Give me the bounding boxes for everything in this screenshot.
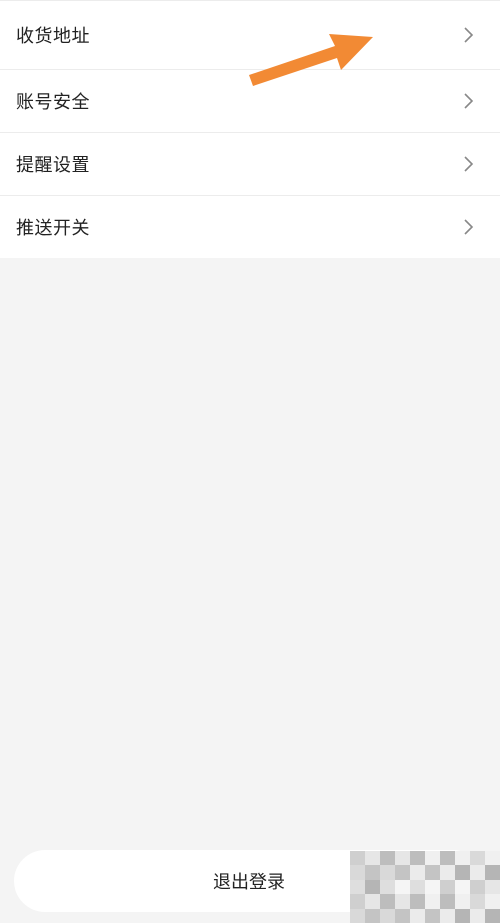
mosaic-cell: [425, 851, 440, 866]
mosaic-cell: [380, 851, 395, 866]
mosaic-cell: [410, 894, 425, 909]
mosaic-cell: [380, 865, 395, 880]
menu-item-label: 推送开关: [16, 218, 90, 239]
mosaic-cell: [365, 908, 380, 923]
mosaic-cell: [485, 894, 500, 909]
mosaic-cell: [485, 865, 500, 880]
mosaic-cell: [455, 908, 470, 923]
chevron-right-icon: [464, 93, 474, 109]
mosaic-cell: [365, 865, 380, 880]
mosaic-cell: [350, 851, 365, 866]
mosaic-cell: [485, 879, 500, 895]
mosaic-cell: [470, 879, 485, 895]
mosaic-cell: [350, 879, 365, 895]
mosaic-cell: [380, 894, 395, 909]
mosaic-cell: [425, 908, 440, 923]
mosaic-cell: [365, 894, 380, 909]
mosaic-cell: [395, 851, 410, 866]
mosaic-cell: [425, 865, 440, 880]
mosaic-cell: [455, 851, 470, 866]
mosaic-cell: [350, 894, 365, 909]
mosaic-cell: [470, 851, 485, 866]
mosaic-cell: [365, 851, 380, 866]
menu-item-push-toggle[interactable]: 推送开关: [0, 196, 500, 258]
mosaic-cell: [470, 894, 485, 909]
mosaic-cell: [380, 879, 395, 895]
chevron-right-icon: [464, 219, 474, 235]
mosaic-cell: [485, 851, 500, 866]
menu-item-account-security[interactable]: 账号安全: [0, 70, 500, 133]
mosaic-cell: [425, 879, 440, 895]
mosaic-cell: [470, 908, 485, 923]
chevron-right-icon: [464, 156, 474, 172]
mosaic-cell: [410, 865, 425, 880]
menu-item-label: 提醒设置: [16, 155, 90, 176]
mosaic-cell: [410, 851, 425, 866]
mosaic-cell: [440, 894, 455, 909]
chevron-right-icon: [464, 27, 474, 43]
menu-item-label: 收货地址: [16, 26, 90, 47]
mosaic-cell: [470, 865, 485, 880]
mosaic-cell: [395, 865, 410, 880]
logout-label: 退出登录: [213, 872, 285, 893]
menu-item-shipping-address[interactable]: 收货地址: [0, 0, 500, 70]
mosaic-cell: [455, 865, 470, 880]
mosaic-cell: [395, 894, 410, 909]
mosaic-cell: [485, 908, 500, 923]
mosaic-cell: [455, 894, 470, 909]
settings-menu-list: 收货地址 账号安全 提醒设置 推送开关: [0, 0, 500, 258]
mosaic-cell: [410, 879, 425, 895]
menu-item-reminder-settings[interactable]: 提醒设置: [0, 133, 500, 196]
mosaic-cell: [425, 894, 440, 909]
mosaic-cell: [440, 865, 455, 880]
mosaic-cell: [440, 908, 455, 923]
mosaic-cell: [350, 865, 365, 880]
mosaic-cell: [440, 879, 455, 895]
menu-item-label: 账号安全: [16, 92, 90, 113]
mosaic-cell: [455, 879, 470, 895]
mosaic-cell: [395, 879, 410, 895]
mosaic-cell: [380, 908, 395, 923]
mosaic-cell: [365, 879, 380, 895]
mosaic-cell: [395, 908, 410, 923]
mosaic-cell: [440, 851, 455, 866]
mosaic-cell: [350, 908, 365, 923]
mosaic-cell: [410, 908, 425, 923]
pixelated-watermark: [350, 851, 500, 923]
